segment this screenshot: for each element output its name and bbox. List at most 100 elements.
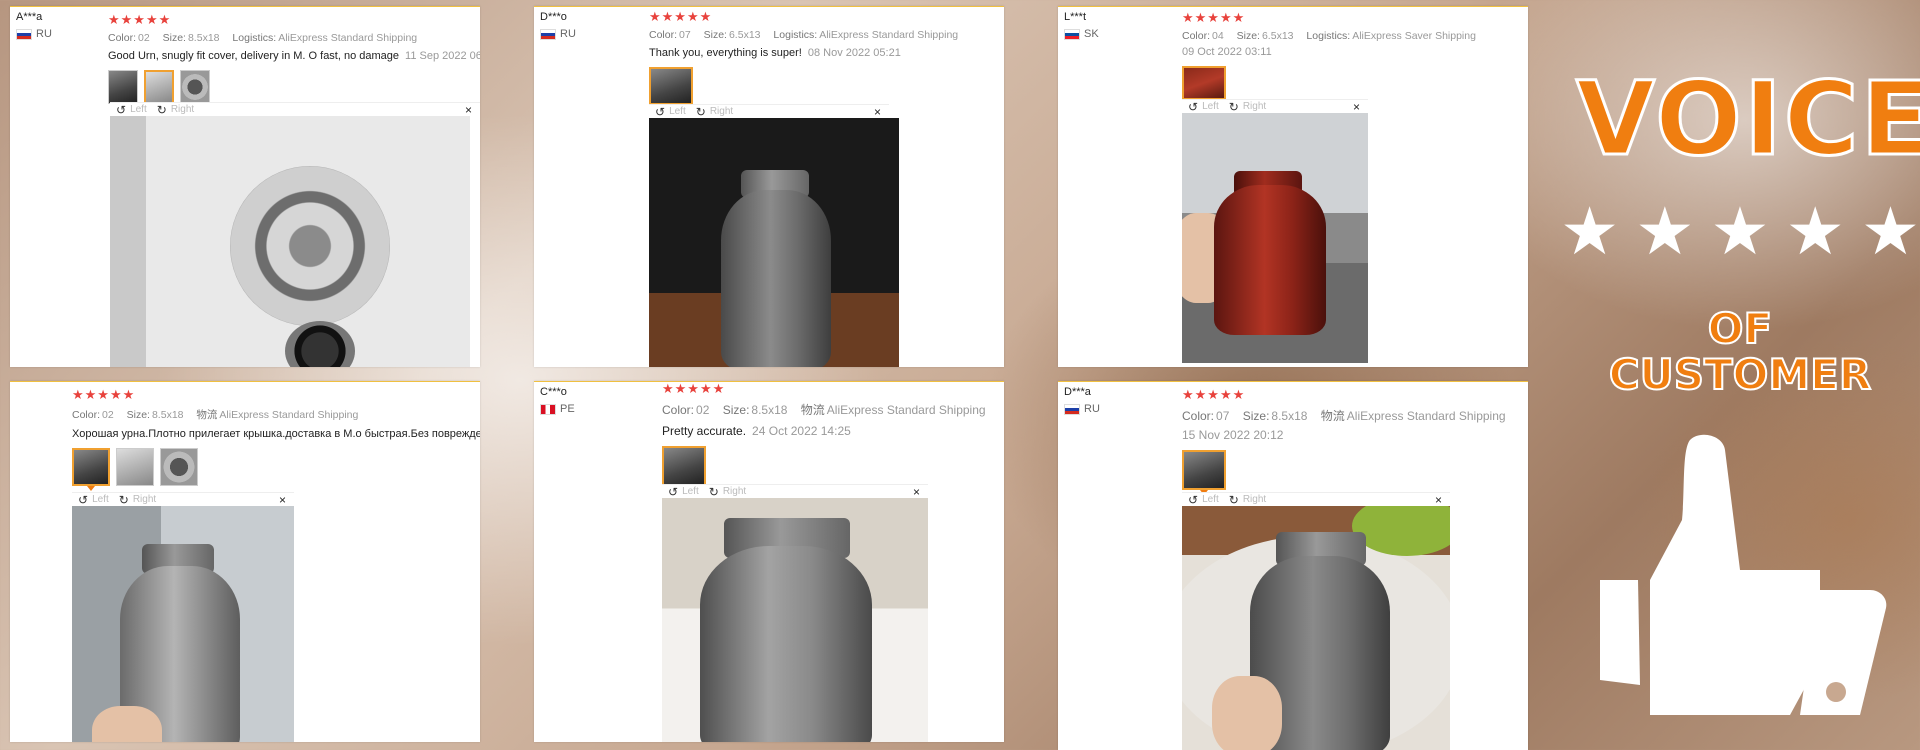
star-rating: ★★★★★	[1182, 387, 1246, 402]
rotate-right-icon[interactable]: ↻	[157, 103, 167, 117]
star-icon: ★	[1635, 194, 1695, 268]
rotate-right-icon[interactable]: ↻	[1229, 493, 1239, 507]
rotate-right-button[interactable]: Right	[1243, 101, 1266, 112]
reviewer-info: C***o PE	[540, 386, 575, 415]
rotate-right-icon[interactable]: ↻	[709, 485, 719, 499]
review-size: 6.5x13	[728, 29, 761, 41]
review-logistics: AliExpress Standard Shipping	[819, 29, 959, 41]
reviewer-info: D***o RU	[540, 11, 576, 40]
viewer-toolbar: ↺ Left ↻ Right ×	[649, 104, 889, 119]
review-logistics: AliExpress Standard Shipping	[1346, 409, 1506, 423]
review-card: D***a RU ★★★★★ Color: 07 Size: 8.5x18 物流 Al…	[1058, 381, 1528, 750]
rotate-left-button[interactable]: Left	[669, 106, 686, 117]
viewer-toolbar: ↺ Left ↻ Right ×	[72, 492, 294, 507]
review-body: ★★★★★ Color: 02 Size: 8.5x18 Logistics: Ali…	[108, 13, 480, 109]
review-thumbnail[interactable]	[108, 70, 138, 104]
reviewer-info: A***a RU	[16, 11, 52, 40]
close-icon[interactable]: ×	[874, 105, 881, 119]
review-card: C***o PE ★★★★★ Color: 02 Size: 8.5x18 物流 Al…	[534, 381, 1004, 742]
image-viewer: ↺ Left ↻ Right ×	[1182, 99, 1368, 363]
close-icon[interactable]: ×	[279, 493, 286, 507]
reviewer-name: D***a	[1064, 386, 1091, 398]
rotate-right-icon[interactable]: ↻	[119, 493, 129, 507]
rotate-left-button[interactable]: Left	[92, 494, 109, 505]
review-thumbnail[interactable]	[72, 448, 110, 491]
rotate-left-icon[interactable]: ↺	[668, 485, 678, 499]
banner-title: VOICE	[1575, 60, 1920, 179]
review-size: 8.5x18	[1271, 409, 1308, 423]
review-card: D***o RU ★★★★★ Color: 07 Size: 6.5x13 Logi…	[534, 6, 1004, 367]
rotate-left-icon[interactable]: ↺	[1188, 100, 1198, 114]
rotate-left-button[interactable]: Left	[1202, 101, 1219, 112]
rotate-right-icon[interactable]: ↻	[696, 105, 706, 119]
review-thumbnail[interactable]	[662, 446, 706, 491]
review-date: 11 Sep 2022 06:45	[405, 50, 480, 62]
review-text: Pretty accurate.	[662, 424, 747, 438]
rotate-right-button[interactable]: Right	[171, 104, 194, 115]
review-photo	[649, 118, 899, 367]
review-photo	[662, 498, 928, 742]
star-rating: ★★★★★	[1182, 10, 1246, 25]
review-date: 15 Nov 2022 20:12	[1182, 428, 1284, 442]
rotate-left-button[interactable]: Left	[1202, 494, 1219, 505]
rotate-left-button[interactable]: Left	[130, 104, 147, 115]
review-meta: Color: 04 Size: 6.5x13 Logistics: AliExpres…	[1182, 30, 1476, 42]
reviewer-country: RU	[1084, 403, 1100, 415]
viewer-toolbar: ↺ Left ↻ Right ×	[1182, 492, 1450, 507]
flag-ru-icon	[1064, 403, 1080, 415]
review-card: A***a RU ★★★★★ Color: 02 Size: 8.5x18 Logi…	[10, 6, 480, 367]
review-card: ★★★★★ Color: 02 Size: 8.5x18 物流 AliExpress …	[10, 381, 480, 742]
review-thumbnail[interactable]	[160, 448, 198, 486]
review-thumbnail[interactable]	[649, 67, 693, 110]
close-icon[interactable]: ×	[1353, 100, 1360, 114]
review-thumbnail[interactable]	[144, 70, 174, 109]
reviewer-country: SK	[1084, 28, 1099, 40]
star-icon: ★	[1710, 194, 1770, 268]
review-text: Good Urn, snugly fit cover, delivery in …	[108, 50, 400, 62]
rotate-left-icon[interactable]: ↺	[116, 103, 126, 117]
review-photo	[1182, 113, 1368, 363]
flag-pe-icon	[540, 403, 556, 415]
reviewer-country: RU	[560, 28, 576, 40]
rotate-left-button[interactable]: Left	[682, 486, 699, 497]
review-size: 6.5x13	[1261, 30, 1294, 42]
review-color: 07	[1216, 409, 1230, 423]
close-icon[interactable]: ×	[1435, 493, 1442, 507]
rotate-right-button[interactable]: Right	[133, 494, 156, 505]
review-logistics: AliExpress Standard Shipping	[219, 409, 359, 421]
review-thumbnails	[662, 446, 996, 491]
reviewer-name: A***a	[16, 11, 43, 23]
review-thumbnails	[72, 448, 480, 491]
review-thumbnail[interactable]	[1182, 66, 1226, 105]
rotate-right-button[interactable]: Right	[1243, 494, 1266, 505]
review-card: L***t SK ★★★★★ Color: 04 Size: 6.5x13 Logi…	[1058, 6, 1528, 367]
review-thumbnails	[1182, 450, 1516, 495]
review-thumbnail[interactable]	[1182, 450, 1226, 495]
rotate-right-button[interactable]: Right	[723, 486, 746, 497]
review-thumbnails	[649, 67, 968, 110]
reviewer-country: RU	[36, 28, 52, 40]
review-thumbnail[interactable]	[116, 448, 154, 486]
review-meta: Color: 02 Size: 8.5x18 Logistics: AliExpres…	[108, 32, 418, 44]
star-rating: ★★★★★	[649, 9, 713, 24]
review-body: ★★★★★ Color: 02 Size: 8.5x18 物流 AliExpress …	[662, 381, 996, 491]
rotate-left-icon[interactable]: ↺	[78, 493, 88, 507]
review-thumbnail[interactable]	[180, 70, 210, 104]
review-size: 8.5x18	[751, 403, 788, 417]
close-icon[interactable]: ×	[465, 103, 472, 117]
reviewer-name: L***t	[1064, 11, 1087, 23]
thumbs-up-icon	[1600, 434, 1887, 715]
review-body: ★★★★★ Color: 02 Size: 8.5x18 物流 AliExpress …	[72, 388, 480, 491]
star-rating: ★★★★★	[662, 381, 726, 396]
star-icon: ★	[1560, 194, 1620, 268]
rotate-left-icon[interactable]: ↺	[1188, 493, 1198, 507]
close-icon[interactable]: ×	[913, 485, 920, 499]
reviewer-info: D***a RU	[1064, 386, 1100, 415]
rotate-right-button[interactable]: Right	[710, 106, 733, 117]
image-viewer: ↺ Left ↻ Right ×	[649, 104, 899, 367]
rotate-right-icon[interactable]: ↻	[1229, 100, 1239, 114]
flag-sk-icon	[1064, 28, 1080, 40]
review-body: ★★★★★ Color: 07 Size: 8.5x18 物流 AliExpress …	[1182, 387, 1516, 495]
review-color: 02	[102, 409, 114, 421]
rotate-left-icon[interactable]: ↺	[655, 105, 665, 119]
